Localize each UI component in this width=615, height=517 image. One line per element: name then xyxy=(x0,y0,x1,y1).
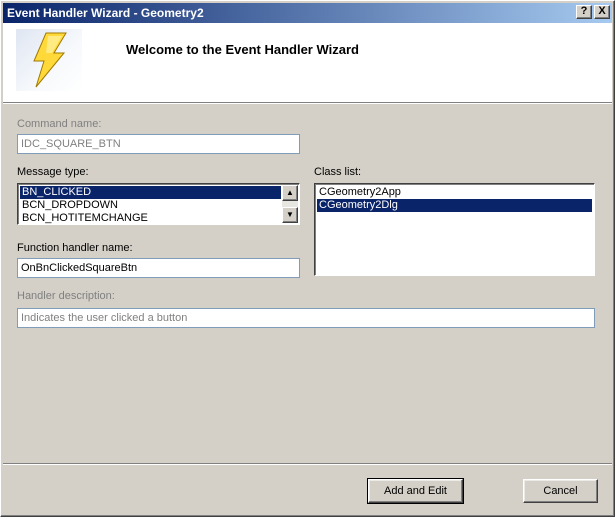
message-type-scrollbar[interactable]: ▲ ▼ xyxy=(282,185,298,223)
help-button[interactable]: ? xyxy=(576,5,592,19)
footer-separator xyxy=(3,463,612,465)
command-name-field: IDC_SQUARE_BTN xyxy=(17,134,300,154)
message-type-listbox[interactable]: BN_CLICKED BCN_DROPDOWN BCN_HOTITEMCHANG… xyxy=(17,183,300,225)
scroll-up-arrow-icon[interactable]: ▲ xyxy=(282,185,298,201)
event-handler-wizard-window: Event Handler Wizard - Geometry2 ? X Wel… xyxy=(0,0,615,517)
class-item-dlg[interactable]: CGeometry2Dlg xyxy=(317,199,592,212)
message-type-item-bcn-hotitemchange[interactable]: BCN_HOTITEMCHANGE xyxy=(20,212,281,224)
handler-description-label: Handler description: xyxy=(17,290,115,302)
class-listbox[interactable]: CGeometry2App CGeometry2Dlg xyxy=(314,183,595,276)
function-handler-input[interactable]: OnBnClickedSquareBtn xyxy=(17,258,300,278)
message-type-item-bn-clicked[interactable]: BN_CLICKED xyxy=(20,186,281,199)
class-list-label: Class list: xyxy=(314,166,362,178)
message-type-item-bcn-dropdown[interactable]: BCN_DROPDOWN xyxy=(20,199,281,212)
add-and-edit-button[interactable]: Add and Edit xyxy=(367,478,464,504)
cancel-button[interactable]: Cancel xyxy=(523,479,598,503)
window-title: Event Handler Wizard - Geometry2 xyxy=(7,6,204,20)
handler-description-field: Indicates the user clicked a button xyxy=(17,308,595,328)
lightning-bolt-icon xyxy=(16,29,82,91)
class-item-app[interactable]: CGeometry2App xyxy=(317,186,592,199)
command-name-label: Command name: xyxy=(17,118,102,130)
banner-title: Welcome to the Event Handler Wizard xyxy=(126,42,359,57)
banner-separator xyxy=(3,102,612,104)
title-bar[interactable]: Event Handler Wizard - Geometry2 ? X xyxy=(3,3,612,23)
wizard-banner: Welcome to the Event Handler Wizard xyxy=(3,23,612,103)
scroll-down-arrow-icon[interactable]: ▼ xyxy=(282,207,298,223)
message-type-label: Message type: xyxy=(17,166,89,178)
function-handler-label: Function handler name: xyxy=(17,242,133,254)
close-button[interactable]: X xyxy=(594,5,610,19)
